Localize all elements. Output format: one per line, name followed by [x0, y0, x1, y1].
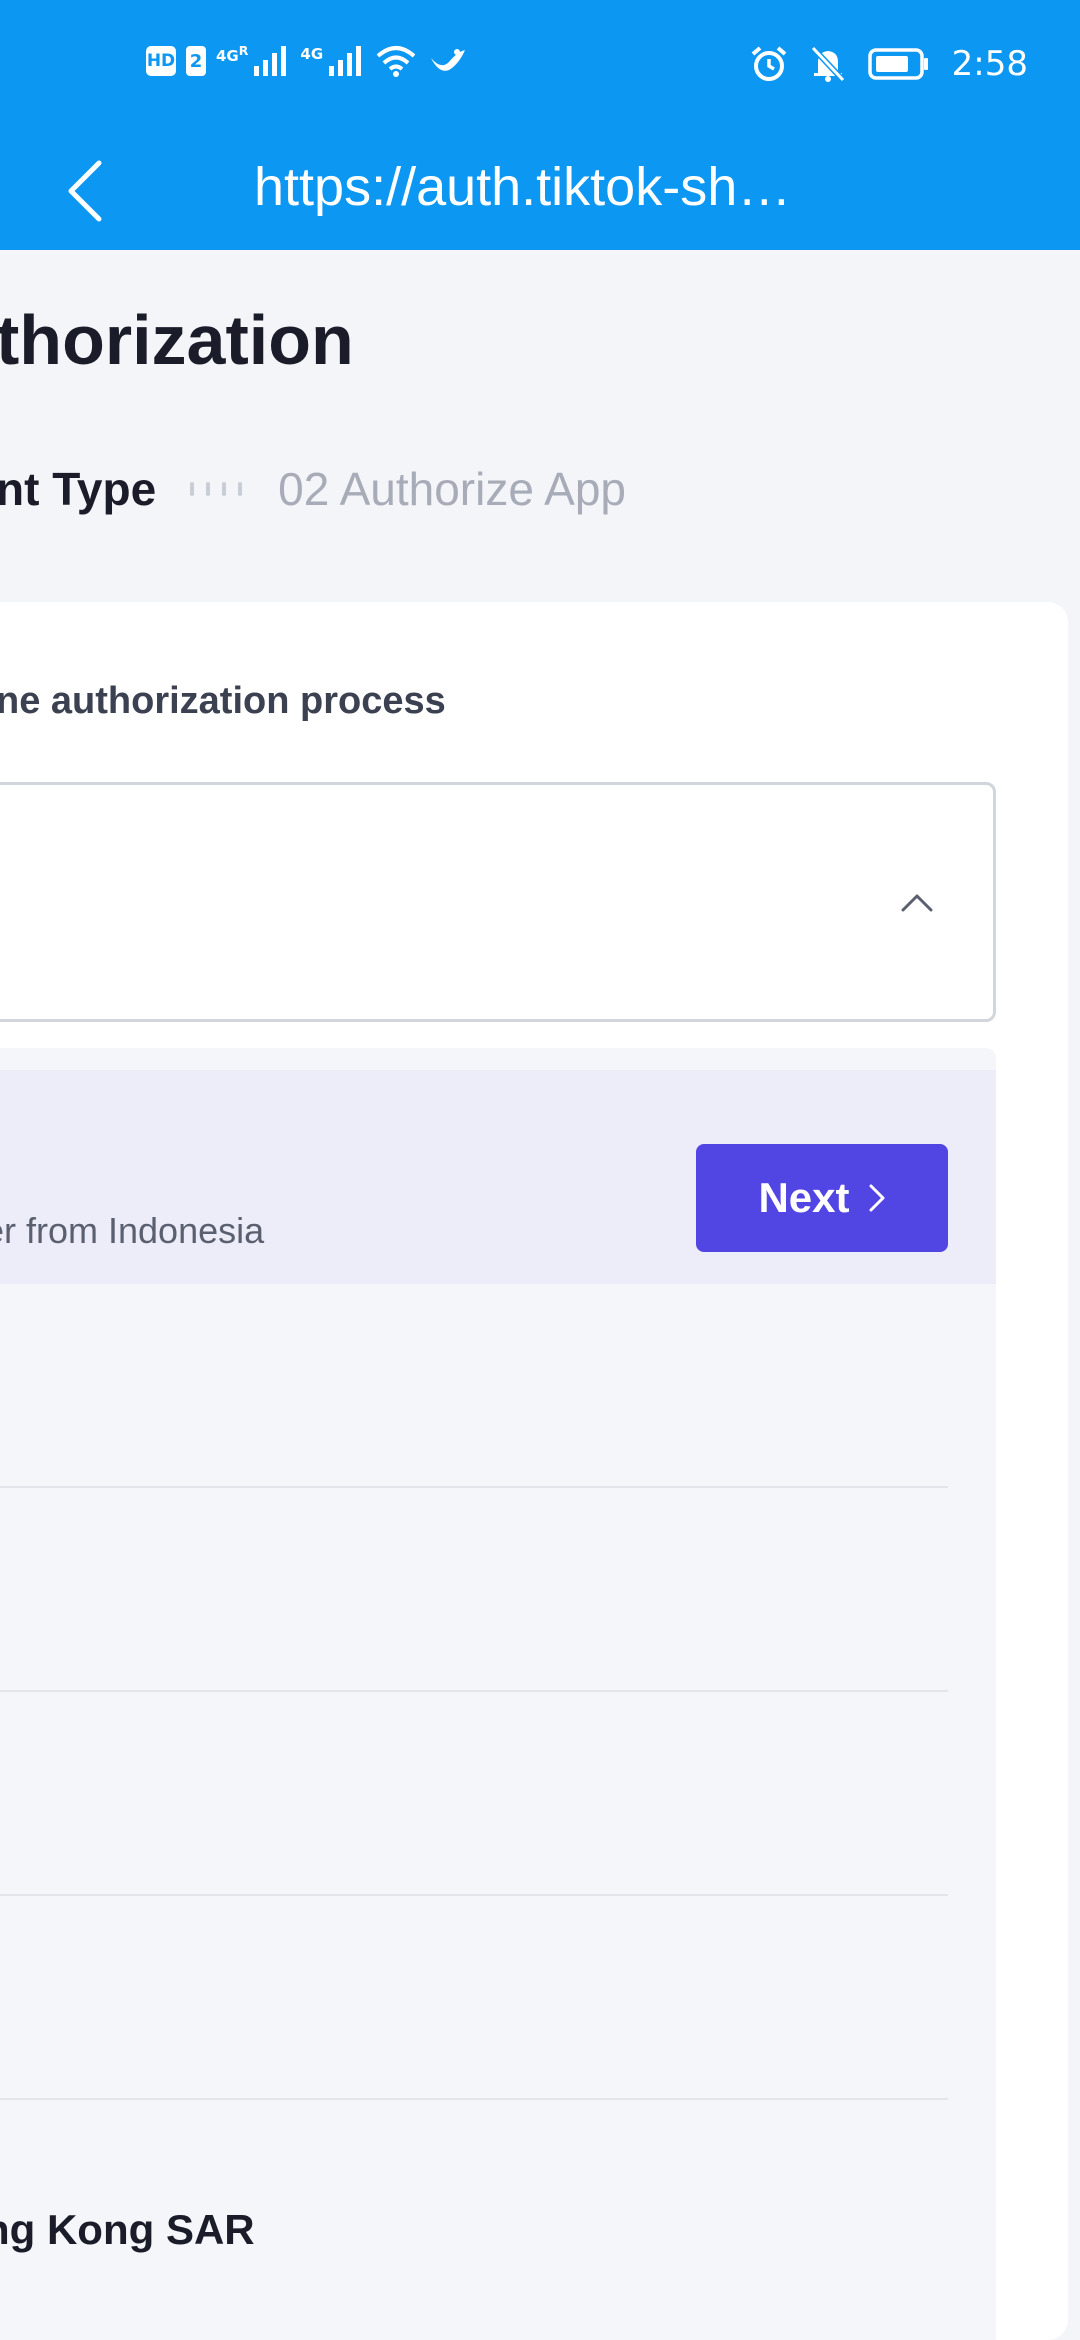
list-item-label: ng Kong SAR	[0, 2206, 255, 2253]
card-label: ne authorization process	[0, 680, 446, 722]
status-bar: HD 2 4GR 4G 2:58	[0, 0, 1080, 132]
signal-icon-2	[329, 46, 362, 76]
region-list: er from Indonesia Next ng Kong SAR	[0, 1048, 996, 2340]
page-url: https://auth.tiktok-sh…	[254, 157, 792, 217]
list-item[interactable]	[0, 1692, 948, 1892]
step-1-label: nt Type	[0, 463, 157, 515]
chevron-right-icon	[869, 1184, 885, 1212]
network-type-2: 4G	[300, 45, 324, 63]
sim-badge: 2	[186, 46, 206, 76]
network-type-1: 4GR	[216, 43, 248, 65]
app-bar: https://auth.tiktok-sh…	[0, 132, 1080, 250]
next-button[interactable]: Next	[696, 1144, 948, 1252]
next-button-label: Next	[758, 1174, 850, 1221]
network-type-1-label: 4G	[216, 47, 239, 65]
region-select[interactable]	[0, 782, 996, 1022]
list-item[interactable]	[0, 1896, 948, 2096]
step-indicator: nt Type 02 Authorize App	[0, 462, 626, 516]
selected-item-subtitle: er from Indonesia	[0, 1210, 265, 1251]
signal-icon-1	[254, 46, 287, 76]
list-item[interactable]	[0, 1488, 948, 1688]
back-button[interactable]	[40, 146, 130, 236]
clock-time: 2:58	[951, 44, 1028, 84]
chevron-left-icon	[68, 160, 102, 222]
muted-bell-icon	[810, 45, 845, 83]
list-item-selected[interactable]: er from Indonesia Next	[0, 1070, 996, 1284]
list-item-last[interactable]: ng Kong SAR	[0, 2100, 948, 2300]
page-title: thorization	[0, 301, 354, 379]
status-right-icons: 2:58	[750, 44, 1028, 84]
list-item[interactable]	[0, 1284, 948, 1484]
hd-badge: HD	[146, 46, 176, 76]
step-connector	[190, 482, 243, 496]
status-left-icons: HD 2 4GR 4G	[146, 43, 467, 78]
top-bar: HD 2 4GR 4G 2:58 https://auth.tiktok-sh…	[0, 0, 1080, 250]
alarm-icon	[751, 46, 786, 81]
battery-icon	[867, 48, 928, 80]
hotspot-bird-icon	[431, 49, 466, 71]
step-2-label: 02 Authorize App	[278, 463, 626, 515]
screen: HD 2 4GR 4G 2:58 https://auth.tiktok-sh……	[0, 0, 1080, 2340]
network-roaming-indicator: R	[238, 43, 249, 58]
wifi-icon	[376, 46, 416, 77]
chevron-up-icon	[901, 894, 933, 912]
